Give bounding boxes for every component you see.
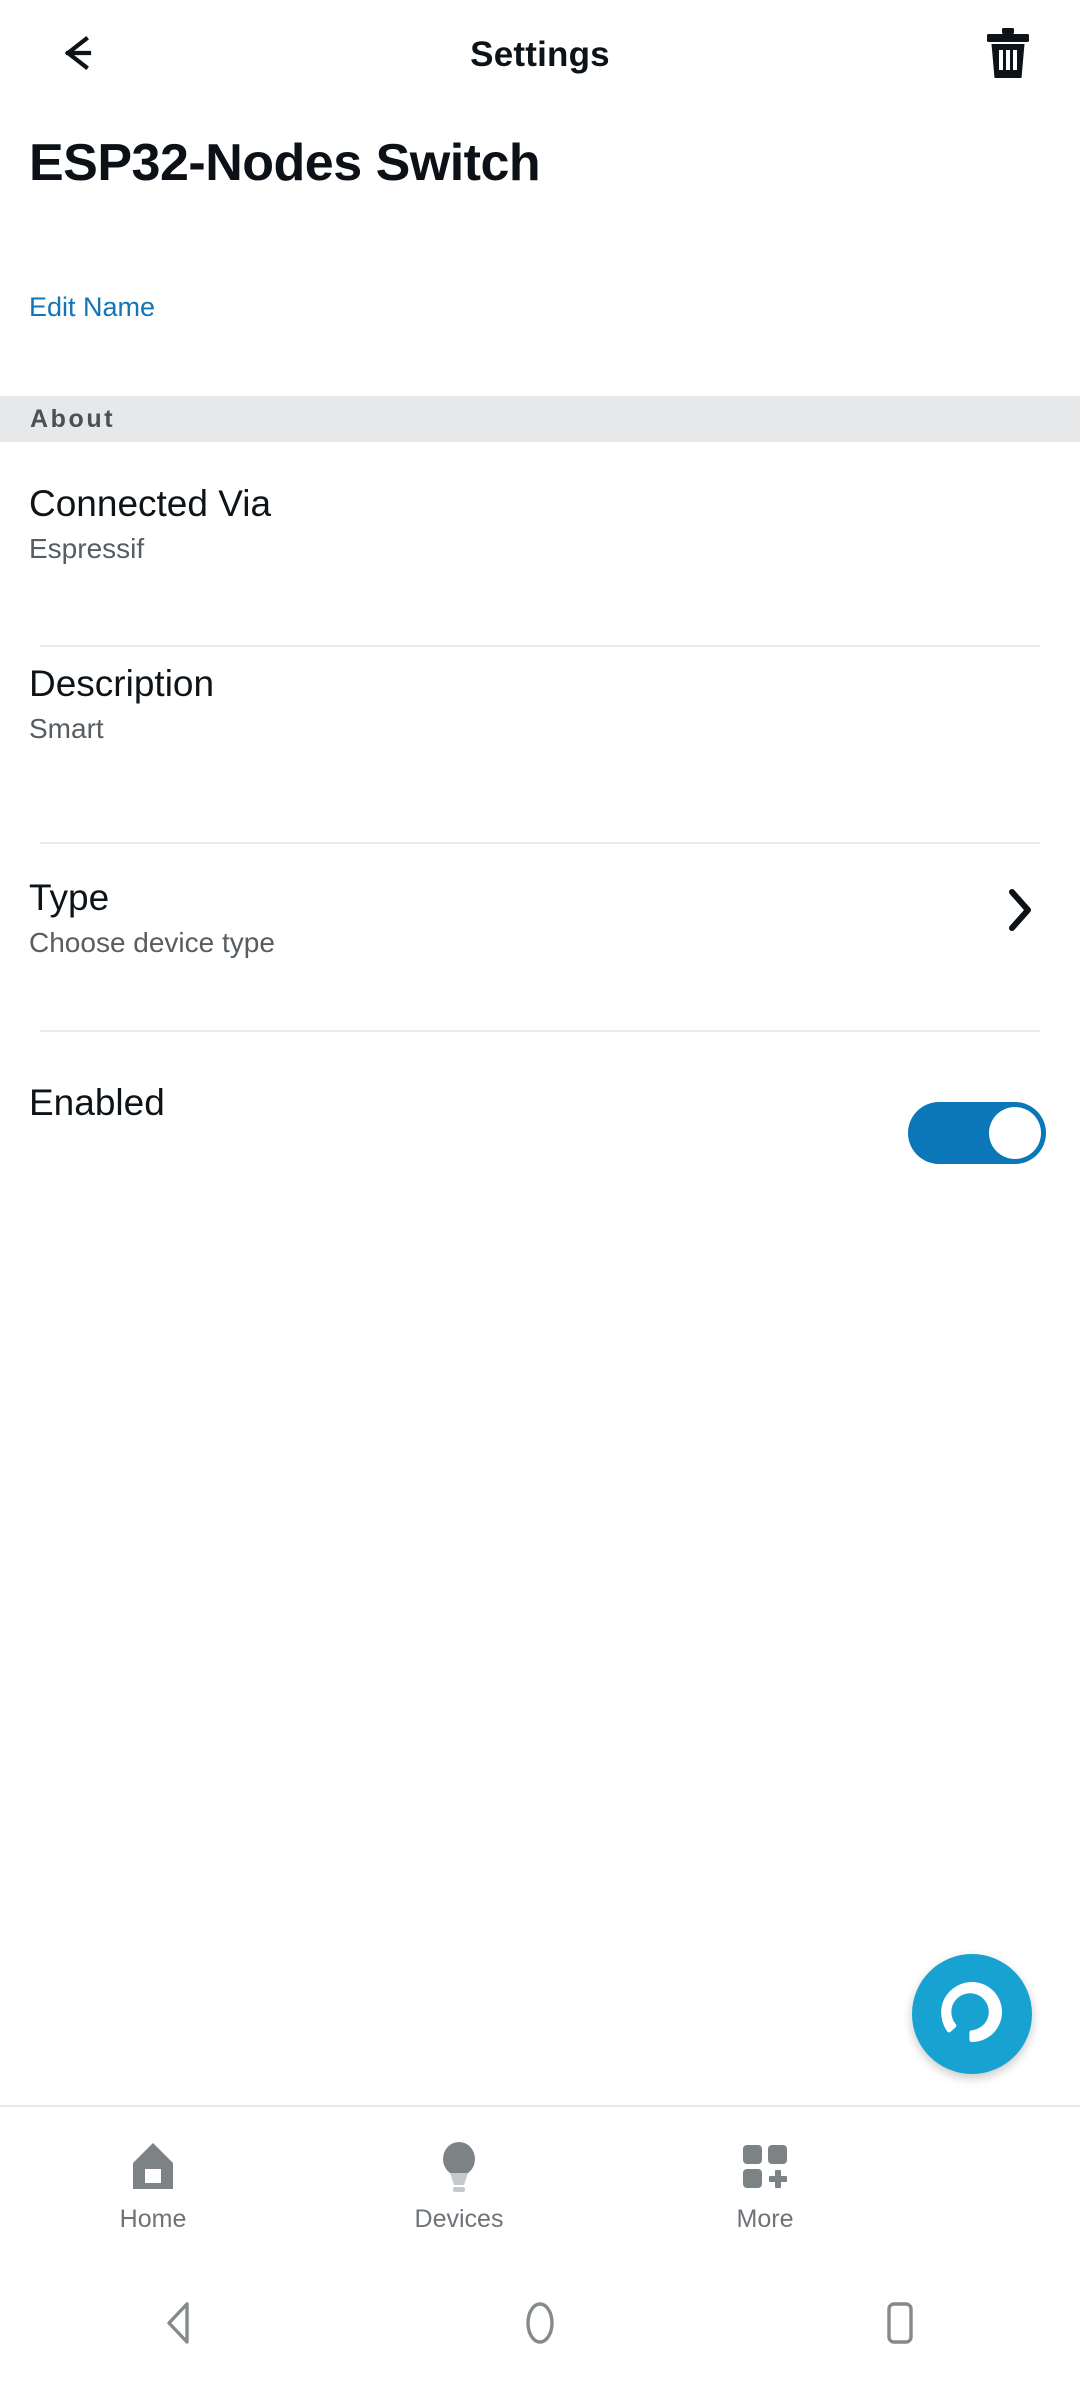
android-home-button[interactable] [360, 2270, 720, 2381]
chevron-right-icon [992, 882, 1048, 938]
nav-item-more[interactable]: More [612, 2107, 918, 2270]
toggle-knob [989, 1107, 1041, 1159]
trash-icon [985, 26, 1031, 85]
bulb-icon [430, 2129, 488, 2203]
row-subtitle: Espressif [29, 533, 145, 564]
device-name: ESP32-Nodes Switch [29, 134, 541, 192]
row-subtitle: Smart [29, 713, 104, 744]
row-subtitle: Choose device type [29, 927, 275, 958]
android-system-nav [0, 2270, 1080, 2381]
nav-item-devices[interactable]: Devices [306, 2107, 612, 2270]
row-type[interactable]: Type Choose device type [0, 844, 1080, 974]
enabled-toggle[interactable] [908, 1102, 1046, 1164]
alexa-assistant-button[interactable] [912, 1954, 1032, 2074]
nav-label: Devices [414, 2205, 504, 2233]
edit-name-link[interactable]: Edit Name [29, 292, 155, 323]
delete-device-button[interactable] [968, 20, 1048, 90]
row-title: Connected Via [29, 483, 272, 524]
android-back-icon [158, 2298, 202, 2353]
android-home-icon [518, 2298, 562, 2353]
row-connected-via: Connected Via Espressif [0, 442, 1080, 640]
android-back-button[interactable] [0, 2270, 360, 2381]
row-title: Type [29, 877, 110, 918]
nav-label: More [736, 2205, 794, 2233]
about-section-header: About [0, 396, 1080, 442]
page-title: Settings [470, 35, 610, 74]
home-icon [124, 2129, 182, 2203]
nav-item-home[interactable]: Home [0, 2107, 306, 2270]
bottom-navigation: Home Devices More [0, 2105, 1080, 2270]
settings-screen: Settings ESP32-Nodes Switch Edit Name Ab… [0, 0, 1080, 2381]
nav-label: Home [119, 2205, 187, 2233]
grid-plus-icon [736, 2129, 794, 2203]
alexa-icon [936, 1976, 1008, 2053]
android-recents-icon [878, 2298, 922, 2353]
row-title: Enabled [29, 1082, 165, 1123]
android-recents-button[interactable] [720, 2270, 1080, 2381]
row-title: Description [29, 663, 215, 704]
row-description: Description Smart [0, 647, 1080, 769]
about-section-label: About [30, 404, 116, 433]
app-bar: Settings [0, 0, 1080, 110]
